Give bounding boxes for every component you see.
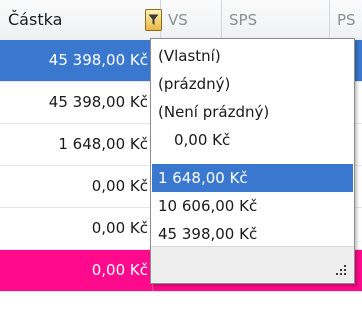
amount-cell[interactable]: 0,00 Kč bbox=[0, 166, 153, 207]
column-header-castka[interactable]: Částka bbox=[0, 0, 161, 40]
filter-option-value-selected[interactable]: 1 648,00 Kč bbox=[152, 164, 353, 192]
column-header-sps-label: SPS bbox=[229, 11, 258, 29]
amount-cell[interactable]: 45 398,00 Kč bbox=[0, 82, 153, 123]
column-header-ps[interactable]: PS bbox=[329, 0, 362, 40]
column-header-vs-label: VS bbox=[168, 11, 188, 29]
column-header-castka-label: Částka bbox=[8, 10, 63, 29]
column-filter-button[interactable] bbox=[145, 9, 162, 31]
grid-bottom-space bbox=[0, 292, 362, 309]
amount-cell[interactable]: 0,00 Kč bbox=[0, 208, 153, 249]
filter-dropdown-footer bbox=[151, 246, 354, 283]
grid-header: Částka VS SPS PS bbox=[0, 0, 362, 41]
column-header-vs[interactable]: VS bbox=[160, 0, 222, 40]
filter-option-value[interactable]: 0,00 Kč bbox=[152, 126, 353, 154]
column-header-sps[interactable]: SPS bbox=[221, 0, 330, 40]
amount-cell[interactable]: 0,00 Kč bbox=[0, 250, 153, 291]
filter-option-value[interactable]: 10 606,00 Kč bbox=[152, 192, 353, 220]
filter-option-custom[interactable]: (Vlastní) bbox=[152, 42, 353, 70]
filter-funnel-icon bbox=[148, 14, 159, 25]
column-header-ps-label: PS bbox=[337, 11, 356, 29]
resize-grip-icon[interactable] bbox=[334, 265, 348, 277]
filter-option-not-empty[interactable]: (Není prázdný) bbox=[152, 98, 353, 126]
filter-option-empty[interactable]: (prázdný) bbox=[152, 70, 353, 98]
amount-cell[interactable]: 1 648,00 Kč bbox=[0, 124, 153, 165]
filter-dropdown: (Vlastní) (prázdný) (Není prázdný) 0,00 … bbox=[150, 38, 355, 284]
filter-option-value[interactable]: 45 398,00 Kč bbox=[152, 220, 353, 248]
amount-cell[interactable]: 45 398,00 Kč bbox=[0, 40, 153, 81]
